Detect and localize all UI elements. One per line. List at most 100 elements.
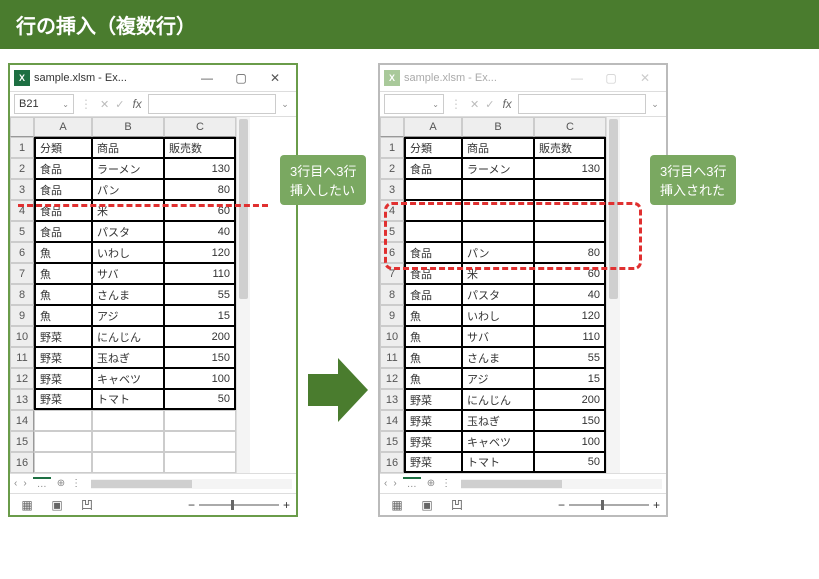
cell[interactable]: 150	[164, 347, 236, 368]
sheet-tab[interactable]: …	[33, 477, 51, 490]
cell[interactable]: パン	[92, 179, 164, 200]
formula-bar[interactable]	[518, 94, 646, 114]
enter-icon[interactable]: ✓	[113, 98, 126, 111]
cell[interactable]: 40	[534, 284, 606, 305]
cell[interactable]: トマト	[462, 452, 534, 473]
cell[interactable]	[92, 410, 164, 431]
col-header-c[interactable]: C	[164, 117, 236, 137]
horizontal-scrollbar[interactable]	[461, 479, 662, 489]
row-header[interactable]: 14	[380, 410, 404, 431]
cell[interactable]: 野菜	[404, 431, 462, 452]
cell[interactable]: 150	[534, 410, 606, 431]
chevron-down-icon[interactable]: ⌄	[432, 100, 439, 109]
cell[interactable]: パスタ	[462, 284, 534, 305]
cell[interactable]: パスタ	[92, 221, 164, 242]
cell[interactable]: 販売数	[534, 137, 606, 158]
cell[interactable]: にんじん	[92, 326, 164, 347]
new-sheet-button[interactable]: ⊕	[57, 478, 65, 489]
zoom-control[interactable]: − +	[476, 498, 660, 512]
minimize-button[interactable]: —	[190, 67, 224, 89]
row-header[interactable]: 8	[380, 284, 404, 305]
cell[interactable]: にんじん	[462, 389, 534, 410]
cancel-icon[interactable]: ✕	[468, 98, 481, 111]
cell[interactable]: 100	[534, 431, 606, 452]
select-all-corner[interactable]	[10, 117, 34, 137]
row-header[interactable]: 12	[10, 368, 34, 389]
row-header[interactable]: 5	[10, 221, 34, 242]
row-header[interactable]: 2	[380, 158, 404, 179]
row-header[interactable]: 16	[380, 452, 404, 473]
cell[interactable]: 50	[534, 452, 606, 473]
col-header-b[interactable]: B	[92, 117, 164, 137]
cell[interactable]: キャベツ	[462, 431, 534, 452]
cell[interactable]: 15	[164, 305, 236, 326]
cell[interactable]	[164, 431, 236, 452]
row-header[interactable]: 15	[10, 431, 34, 452]
view-layout-icon[interactable]: ▣	[416, 497, 438, 513]
cell[interactable]: 魚	[34, 284, 92, 305]
fx-icon[interactable]: fx	[498, 97, 515, 111]
cell[interactable]: 80	[164, 179, 236, 200]
row-header[interactable]: 14	[10, 410, 34, 431]
sheet-nav-next[interactable]: ›	[23, 478, 26, 489]
cell[interactable]: 野菜	[34, 347, 92, 368]
row-header[interactable]: 13	[10, 389, 34, 410]
cell[interactable]: キャベツ	[92, 368, 164, 389]
cell[interactable]: 魚	[34, 242, 92, 263]
cell[interactable]: 55	[534, 347, 606, 368]
cell[interactable]: 110	[534, 326, 606, 347]
cell[interactable]: 野菜	[34, 368, 92, 389]
cancel-icon[interactable]: ✕	[98, 98, 111, 111]
cell[interactable]: 野菜	[404, 452, 462, 473]
view-normal-icon[interactable]: ▦	[16, 497, 38, 513]
cell[interactable]: 食品	[404, 284, 462, 305]
cell[interactable]	[34, 410, 92, 431]
cell[interactable]: 55	[164, 284, 236, 305]
cell[interactable]: 130	[164, 158, 236, 179]
chevron-down-icon[interactable]: ⌄	[62, 100, 69, 109]
maximize-button[interactable]: ▢	[594, 67, 628, 89]
col-header-a[interactable]: A	[34, 117, 92, 137]
cell[interactable]: 魚	[404, 368, 462, 389]
cell[interactable]: 野菜	[404, 410, 462, 431]
row-header[interactable]: 16	[10, 452, 34, 473]
row-header[interactable]: 9	[380, 305, 404, 326]
zoom-control[interactable]: − +	[106, 498, 290, 512]
cell[interactable]: 130	[534, 158, 606, 179]
close-button[interactable]: ✕	[628, 67, 662, 89]
cell[interactable]: 120	[164, 242, 236, 263]
vertical-scrollbar[interactable]	[236, 117, 250, 473]
cell[interactable]: さんま	[92, 284, 164, 305]
view-layout-icon[interactable]: ▣	[46, 497, 68, 513]
cell[interactable]: ラーメン	[92, 158, 164, 179]
row-header[interactable]: 12	[380, 368, 404, 389]
row-header[interactable]: 2	[10, 158, 34, 179]
cell[interactable]: 商品	[462, 137, 534, 158]
cell[interactable]: サバ	[92, 263, 164, 284]
col-header-b[interactable]: B	[462, 117, 534, 137]
row-header[interactable]: 7	[10, 263, 34, 284]
cell[interactable]: 魚	[34, 263, 92, 284]
maximize-button[interactable]: ▢	[224, 67, 258, 89]
cell[interactable]: 販売数	[164, 137, 236, 158]
cell[interactable]: 商品	[92, 137, 164, 158]
cell[interactable]	[92, 452, 164, 473]
cell[interactable]: 200	[164, 326, 236, 347]
enter-icon[interactable]: ✓	[483, 98, 496, 111]
view-normal-icon[interactable]: ▦	[386, 497, 408, 513]
row-header[interactable]: 9	[10, 305, 34, 326]
cell[interactable]: 15	[534, 368, 606, 389]
sheet-tab[interactable]: …	[403, 477, 421, 490]
cell[interactable]	[34, 452, 92, 473]
name-box[interactable]: B21⌄	[14, 94, 74, 114]
cell[interactable]	[92, 431, 164, 452]
row-header[interactable]: 8	[10, 284, 34, 305]
row-header[interactable]: 3	[10, 179, 34, 200]
row-header[interactable]: 11	[10, 347, 34, 368]
zoom-slider[interactable]	[569, 504, 649, 506]
cell[interactable]: アジ	[92, 305, 164, 326]
cell[interactable]: 分類	[34, 137, 92, 158]
cell[interactable]: 50	[164, 389, 236, 410]
cell[interactable]: 野菜	[404, 389, 462, 410]
cell[interactable]: さんま	[462, 347, 534, 368]
